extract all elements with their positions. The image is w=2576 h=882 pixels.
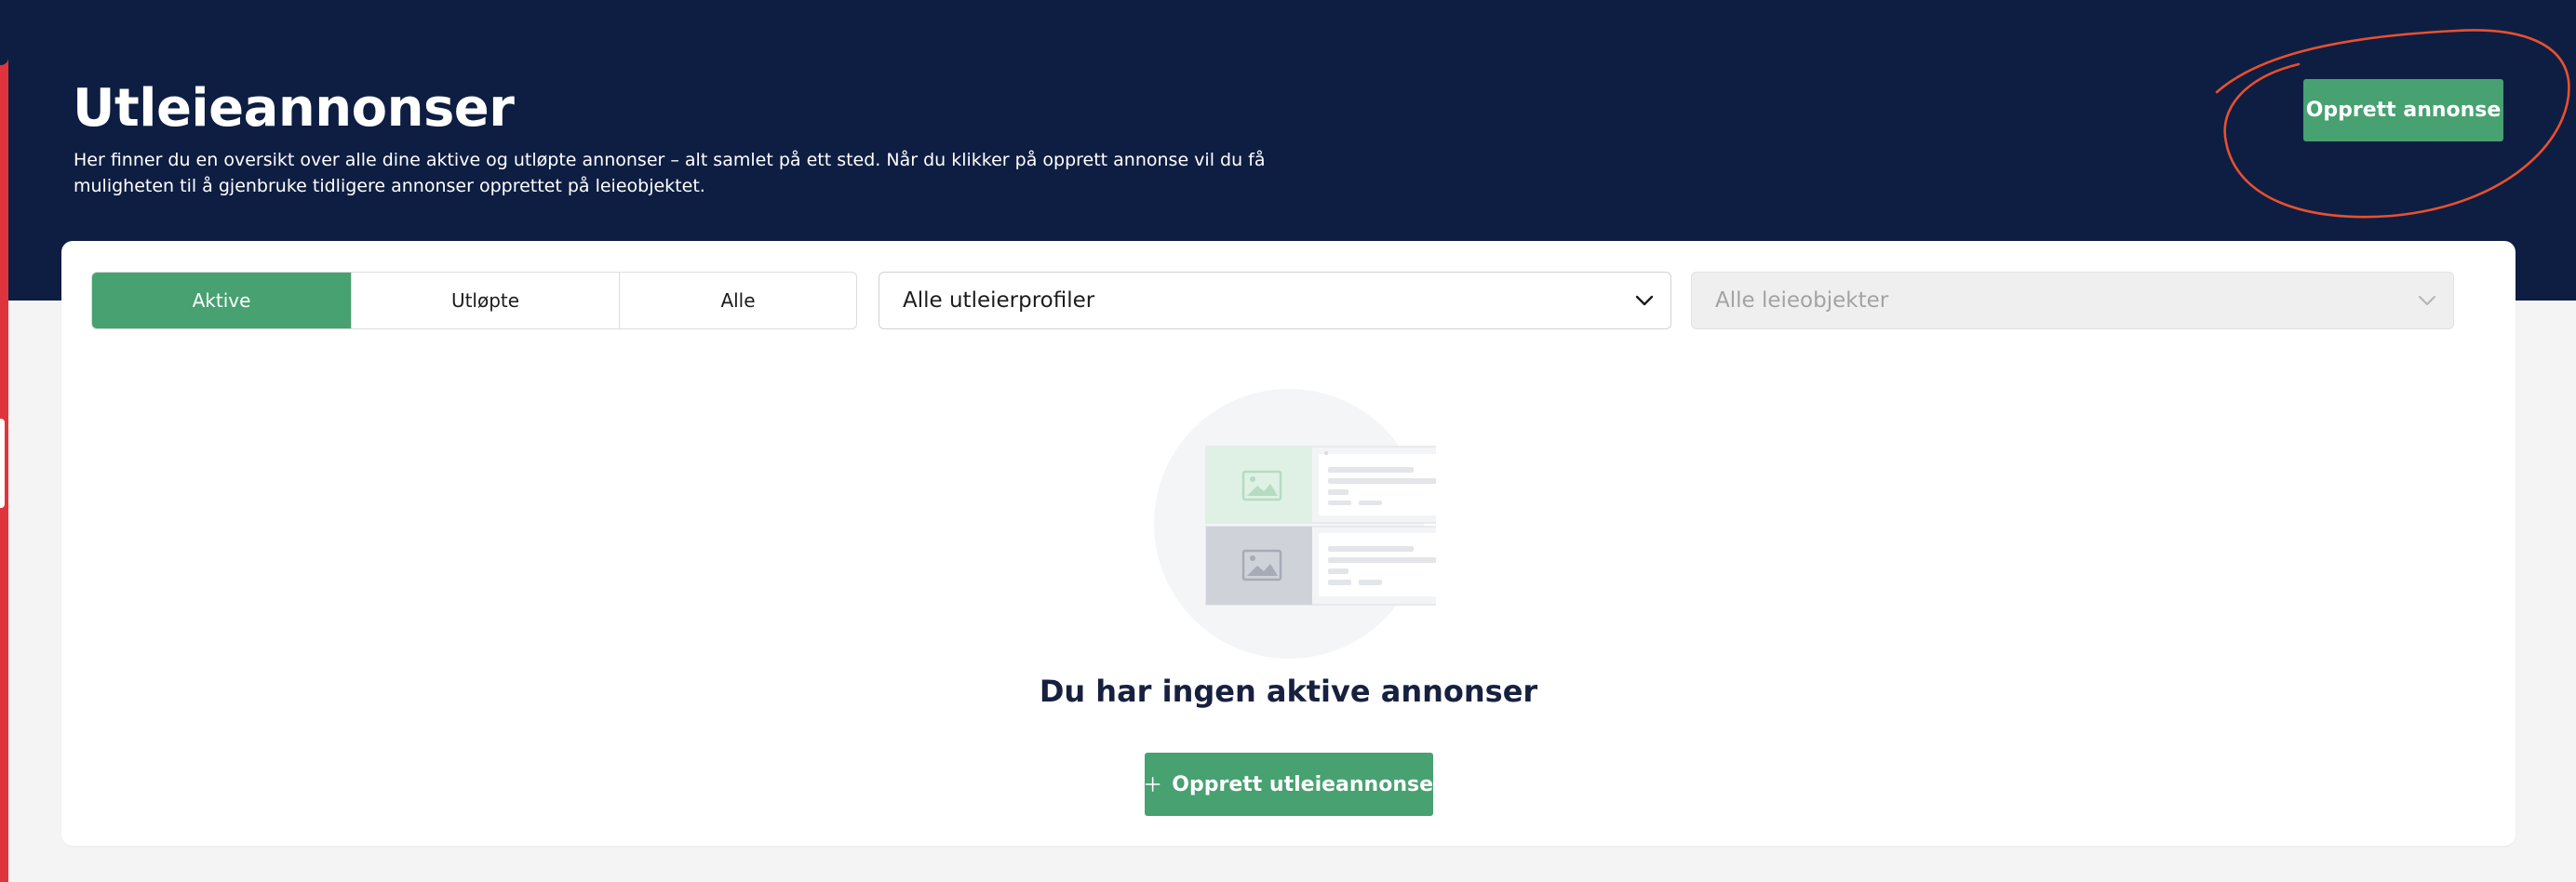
- page-description: Her finner du en oversikt over alle dine…: [74, 150, 1266, 196]
- status-tab-group: Aktive Utløpte Alle: [91, 272, 857, 329]
- landlord-profile-select[interactable]: Alle utleierprofiler: [879, 272, 1671, 329]
- side-panel-notch: [0, 0, 8, 65]
- create-rental-listing-label: Opprett utleieannonse: [1172, 772, 1433, 796]
- tab-expired[interactable]: Utløpte: [351, 273, 619, 328]
- empty-state-illustration: [1142, 389, 1496, 659]
- listings-panel: Aktive Utløpte Alle Alle utleierprofiler…: [61, 241, 2516, 846]
- page-title: Utleieannonser: [73, 78, 515, 139]
- rental-object-select-value: Alle leieobjekter: [1715, 288, 1889, 313]
- side-panel-handle[interactable]: [0, 419, 5, 508]
- plus-icon: [1145, 777, 1161, 792]
- side-panel-strip: [0, 0, 8, 882]
- landlord-profile-select-value: Alle utleierprofiler: [903, 288, 1095, 313]
- empty-state-title: Du har ingen aktive annonser: [1039, 674, 1538, 709]
- tab-all[interactable]: Alle: [619, 273, 856, 328]
- create-rental-listing-button[interactable]: Opprett utleieannonse: [1145, 753, 1433, 816]
- create-listing-button[interactable]: Opprett annonse: [2303, 79, 2503, 141]
- chevron-down-icon: [1635, 295, 1654, 306]
- chevron-down-icon: [2419, 296, 2435, 305]
- listing-cards-illustration-icon: [1154, 389, 1496, 659]
- tab-active[interactable]: Aktive: [92, 273, 351, 328]
- rental-object-select: Alle leieobjekter: [1691, 272, 2454, 329]
